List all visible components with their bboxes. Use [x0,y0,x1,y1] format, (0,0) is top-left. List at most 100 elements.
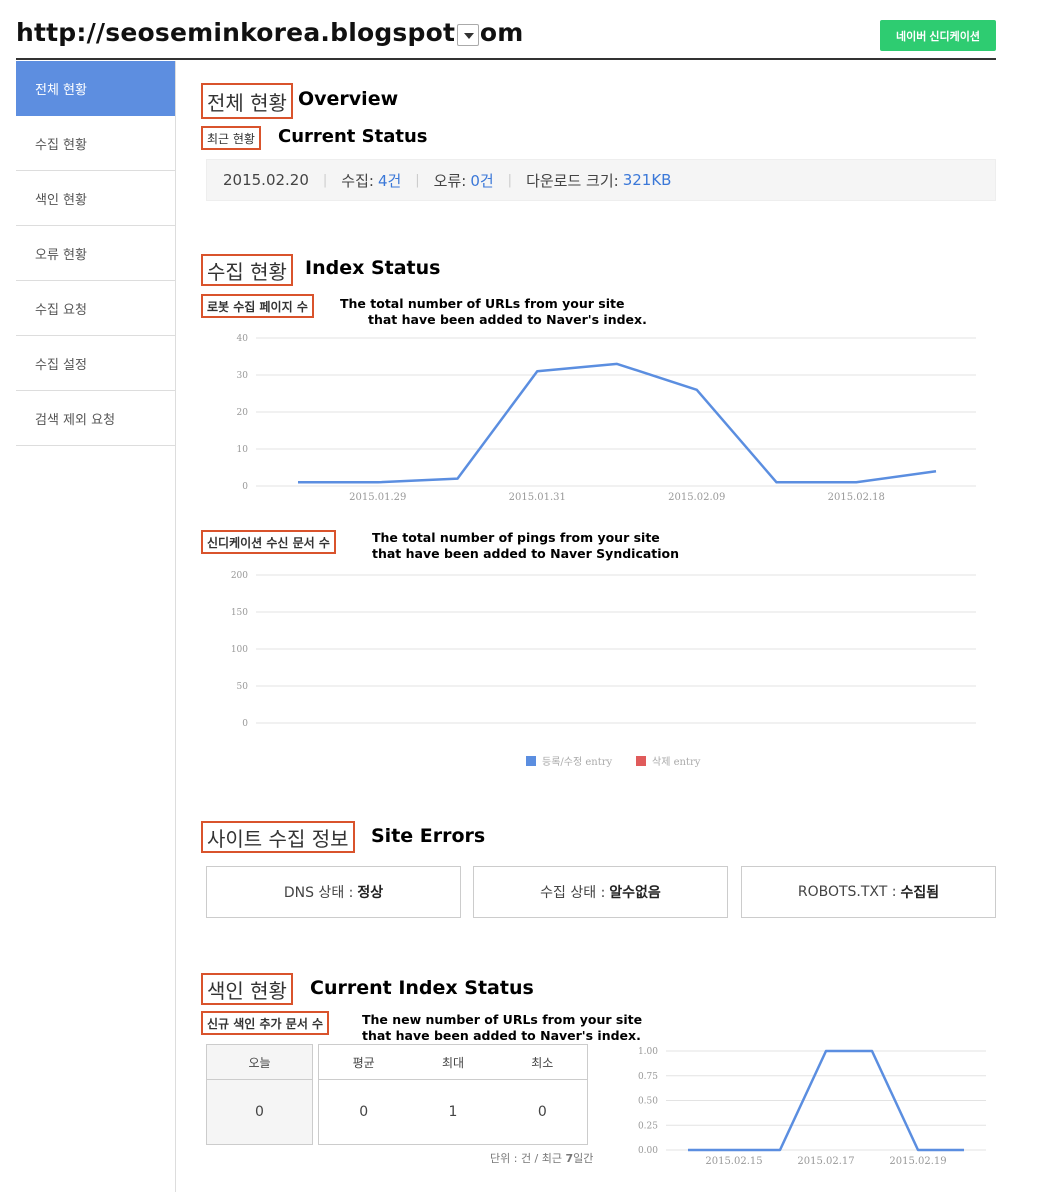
sidebar-item-error-status[interactable]: 오류 현황 [16,226,175,281]
stats-column: 평균 최대 최소 0 1 0 [318,1044,588,1145]
min-header: 최소 [531,1055,554,1070]
x-tick-label: 2015.02.18 [828,492,885,503]
y-tick-label: 0 [242,482,248,492]
sidebar-item-collect-status[interactable]: 수집 현황 [16,116,175,171]
stats-value-row: 0 1 0 [319,1080,587,1144]
status-collect-value: 4건 [377,171,402,190]
new-index-docs-label-ko: 신규 색인 추가 문서 수 [201,1011,330,1035]
status-collect-label: 수집: [341,171,374,190]
sidebar-item-overview[interactable]: 전체 현황 [16,61,175,116]
page-header: http://seoseminkorea.blogspot.com 네이버 신디… [16,0,996,60]
x-tick-label: 2015.02.15 [705,1156,762,1167]
sidebar-item-collect-request[interactable]: 수집 요청 [16,281,175,336]
y-tick-label: 0 [242,719,248,729]
current-status-label-ko: 최근 현황 [201,126,261,150]
stats-header-row: 평균 최대 최소 [319,1045,587,1080]
y-tick-label: 20 [237,408,249,418]
robot-pages-note-line1: The total number of URLs from your site [340,296,625,311]
robot-pages-chart: 0 10 20 30 40 2015.01.29 2015.01.31 2015.02.09 2… [206,328,996,512]
index-summary-table: 오늘 0 평균 최대 최소 0 1 0 [206,1044,588,1145]
status-date: 2015.02.20 [223,171,309,189]
collect-status-label: 수집 상태 : [540,885,606,901]
site-errors-title-en: Site Errors [371,825,486,847]
status-error-label: 오류: [433,171,467,190]
new-index-chart: 0.00 0.25 0.50 0.75 1.00 2015.02.15 2015.02.17… [630,1040,990,1179]
status-download-value: 321KB [622,171,672,189]
syndication-docs-note: The total number of pings from your site… [372,530,679,562]
robot-pages-chart-svg: 0 10 20 30 40 2015.01.29 2015.01.31 2015.02.09 2… [237,334,976,503]
collect-status-value: 알수없음 [609,885,661,901]
unit-note-suffix: 일간 [573,1152,594,1165]
y-tick-label: 30 [237,371,249,381]
y-tick-label: 200 [231,571,248,581]
y-tick-label: 150 [231,608,248,618]
x-tick-label: 2015.01.29 [349,492,406,503]
today-column: 오늘 0 [206,1044,313,1145]
overview-title-en: Overview [298,88,399,110]
dns-status-label: DNS 상태 : [283,885,354,901]
robot-pages-note: The total number of URLs from your site … [340,296,647,328]
robots-status-value: 수집됨 [900,885,940,901]
sidebar-nav: 전체 현황 수집 현황 색인 현황 오류 현황 수집 요청 수집 설정 검색 제… [16,61,176,1192]
robots-status-box: ROBOTS.TXT : 수집됨 [741,866,996,918]
legend-swatch [526,756,536,766]
syndication-docs-chart-svg: 0 50 100 150 200 등록/수정 entry 삭제 entry [231,571,976,768]
index-status-title-en: Index Status [305,257,441,279]
sidebar-item-collect-settings[interactable]: 수집 설정 [16,336,175,391]
legend-label: 등록/수정 entry [542,756,613,768]
avg-header: 평균 [352,1055,375,1070]
collect-status-box: 수집 상태 : 알수없음 [473,866,728,918]
today-value-row: 0 [207,1080,312,1144]
new-index-docs-note-line1: The new number of URLs from your site [362,1012,643,1027]
syndication-docs-note-line2: that have been added to Naver Syndicatio… [372,546,680,561]
y-tick-label: 0.50 [638,1097,658,1107]
y-tick-label: 100 [231,645,248,655]
site-errors-title-ko: 사이트 수집 정보 [201,821,355,853]
site-select-dropdown-icon[interactable] [457,24,479,46]
y-tick-label: 40 [237,334,249,344]
sidebar-item-search-exclusion[interactable]: 검색 제외 요청 [16,391,175,446]
unit-note: 단위 : 건 / 최근 7일간 [490,1150,593,1166]
max-value: 1 [448,1104,458,1120]
status-download-label: 다운로드 크기: [526,171,619,190]
min-value: 0 [537,1104,547,1120]
current-index-title-en: Current Index Status [310,977,534,999]
new-index-docs-note: The new number of URLs from your site th… [362,1012,642,1044]
x-tick-label: 2015.02.09 [668,492,725,503]
syndication-docs-label-ko: 신디케이션 수신 문서 수 [201,530,336,554]
x-tick-label: 2015.02.19 [889,1156,946,1167]
y-tick-label: 0.75 [638,1072,658,1082]
status-error-value: 0건 [470,171,494,190]
sidebar-item-index-status[interactable]: 색인 현황 [16,171,175,226]
today-value: 0 [255,1104,264,1120]
y-tick-label: 0.25 [638,1121,658,1131]
new-index-chart-svg: 0.00 0.25 0.50 0.75 1.00 2015.02.15 2015.02.17… [638,1047,986,1167]
today-header: 오늘 [248,1055,271,1070]
max-header: 최대 [441,1055,465,1070]
overview-title-ko: 전체 현황 [201,83,293,119]
y-tick-label: 0.00 [638,1146,658,1156]
current-status-label-en: Current Status [278,126,428,147]
robot-pages-note-line2: that have been added to Naver's index. [368,312,647,327]
unit-note-days: 7 [565,1152,574,1165]
y-tick-label: 1.00 [638,1047,658,1057]
syndication-docs-note-line1: The total number of pings from your site [372,530,660,545]
avg-value: 0 [359,1104,369,1120]
y-tick-label: 50 [237,682,249,692]
index-status-title-ko: 수집 현황 [201,254,293,286]
y-tick-label: 10 [237,445,249,455]
current-index-title-ko: 색인 현황 [201,973,293,1005]
series-line [298,362,937,484]
legend-label: 삭제 entry [652,756,701,768]
naver-syndication-button[interactable]: 네이버 신디케이션 [880,20,996,51]
new-index-docs-note-line2: that have been added to Naver's index. [362,1028,641,1043]
current-status-bar: 2015.02.20 | 수집: 4건 | 오류: 0건 | 다운로드 크기: … [206,159,996,201]
x-tick-label: 2015.02.17 [797,1156,854,1167]
today-header-row: 오늘 [207,1045,312,1080]
robot-pages-label-ko: 로봇 수집 페이지 수 [201,294,314,318]
dns-status-value: 정상 [357,885,384,901]
site-url-title: http://seoseminkorea.blogspot.com [16,18,524,47]
legend-swatch [636,756,646,766]
dns-status-box: DNS 상태 : 정상 [206,866,461,918]
syndication-docs-chart: 0 50 100 150 200 등록/수정 entry 삭제 entry [206,565,996,779]
